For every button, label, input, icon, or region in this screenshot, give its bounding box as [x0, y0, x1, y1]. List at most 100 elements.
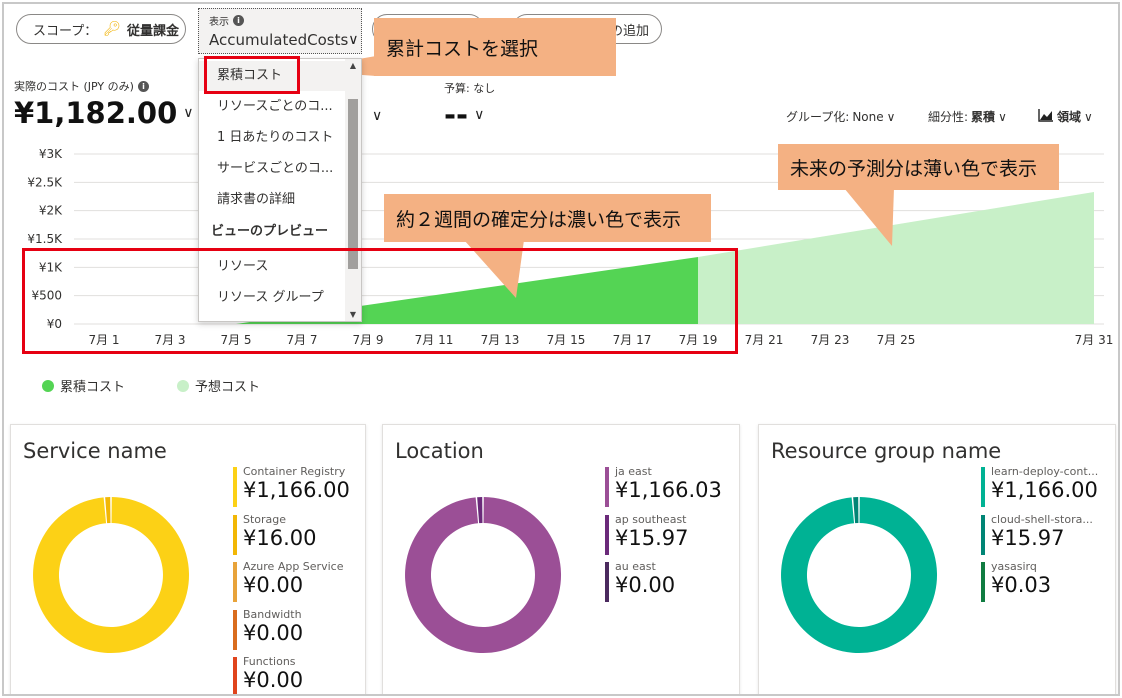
- legend-color-bar: [605, 562, 609, 602]
- legend-amount: ¥0.00: [243, 620, 304, 645]
- x-tick-label: 7月 17: [613, 333, 652, 347]
- key-icon: 🔑︎: [103, 21, 122, 37]
- donut-slice[interactable]: [405, 497, 562, 653]
- y-tick-label: ¥1.5K: [27, 232, 63, 246]
- donut-slice[interactable]: [477, 497, 483, 524]
- budget-label: 予算: なし: [444, 82, 496, 95]
- menu-header-preview: ビューのプレビュー: [211, 224, 329, 239]
- x-tick-label: 7月 23: [811, 333, 850, 347]
- legend-color-bar: [233, 467, 237, 507]
- legend-color-bar: [233, 562, 237, 602]
- view-selector[interactable]: 表示 i AccumulatedCosts ∨: [198, 8, 362, 54]
- info-icon: i: [137, 80, 149, 92]
- chevron-down-icon: ∨: [183, 105, 194, 121]
- scroll-thumb[interactable]: [348, 99, 358, 269]
- chart-type-value: 領域: [1057, 110, 1082, 124]
- cost-analysis-page: スコープ： 🔑︎ 従量課金 表示 i AccumulatedCosts ∨ の追加 …: [2, 2, 1120, 696]
- card-location: Location ja east ¥1,166.03 ap southeast ¥15…: [382, 424, 740, 694]
- legend-color-bar: [605, 514, 609, 555]
- x-tick-label: 7月 7: [286, 333, 317, 347]
- card-service-name: Service name Container Registry ¥1,166.00…: [10, 424, 366, 694]
- legend-amount: ¥15.97: [991, 525, 1065, 550]
- menu-item-invoice-details[interactable]: 請求書の詳細: [199, 185, 345, 215]
- granularity-label: 細分性:: [928, 110, 969, 124]
- group-by-value: None: [852, 109, 884, 124]
- callout-actual-cost: 約２週間の確定分は濃い色で表示: [384, 194, 711, 242]
- x-tick-label: 7月 19: [679, 333, 718, 347]
- menu-item-resource-groups[interactable]: リソース グループ: [199, 283, 345, 313]
- donut-slice[interactable]: [853, 497, 859, 524]
- group-by-label: グループ化:: [786, 110, 850, 124]
- view-dropdown-menu: 累積コスト リソースごとのコ... 1 日あたりのコスト サービスごとのコ...…: [198, 58, 362, 322]
- menu-item-resources[interactable]: リソース: [199, 252, 345, 282]
- menu-item-daily-cost[interactable]: 1 日あたりのコスト: [199, 123, 345, 153]
- legend-amount: ¥0.03: [991, 573, 1052, 597]
- legend-item-accumulated[interactable]: 累積コスト: [42, 376, 125, 395]
- chevron-down-icon: ∨: [998, 109, 1007, 124]
- legend-label: 予想コスト: [195, 380, 261, 395]
- legend-color-bar: [233, 609, 237, 650]
- legend-name: cloud-shell-stora...: [991, 512, 1093, 526]
- y-tick-label: ¥1K: [39, 260, 63, 274]
- x-tick-label: 7月 25: [877, 333, 916, 347]
- x-tick-label: 7月 21: [745, 333, 784, 347]
- legend-name: Container Registry: [243, 465, 346, 478]
- legend-name: yasasirq: [991, 560, 1037, 573]
- donut-chart: [33, 497, 190, 653]
- legend-amount: ¥1,166.03: [615, 478, 722, 502]
- legend-dot: [177, 379, 190, 392]
- donut-slice[interactable]: [33, 497, 190, 653]
- legend-amount: ¥15.97: [615, 525, 689, 550]
- legend-name: au east: [615, 560, 656, 573]
- y-tick-label: ¥2K: [39, 204, 63, 218]
- legend-name: Bandwidth: [243, 607, 302, 621]
- card-title: Resource group name: [771, 439, 1002, 463]
- legend-amount: ¥0.00: [243, 573, 304, 597]
- legend-name: Azure App Service: [243, 560, 344, 573]
- menu-item-cost-by-resource[interactable]: リソースごとのコ...: [199, 92, 345, 122]
- menu-item-accumulated[interactable]: 累積コスト: [199, 61, 345, 91]
- donut-slice[interactable]: [781, 497, 938, 653]
- legend-color-bar: [233, 657, 237, 694]
- actual-cost-value[interactable]: ¥1,182.00 ∨: [14, 96, 194, 130]
- menu-scrollbar[interactable]: ▲ ▼: [345, 59, 361, 321]
- budget-value[interactable]: -- ∨: [444, 98, 484, 132]
- donut-chart: [405, 497, 562, 653]
- info-icon: i: [233, 15, 244, 26]
- legend-color-bar: [981, 514, 985, 555]
- granularity-value: 累積: [971, 110, 996, 124]
- y-tick-label: ¥0: [47, 317, 62, 331]
- legend-dot: [42, 379, 54, 392]
- legend-name: ap southeast: [615, 512, 687, 526]
- chevron-down-icon: ∨: [348, 32, 359, 48]
- callout-select-accumulated: 累計コストを選択: [374, 18, 616, 76]
- granularity-control[interactable]: 細分性: 累積 ∨: [928, 108, 1007, 125]
- x-tick-label: 7月 5: [220, 333, 251, 347]
- callout-arrow: [844, 188, 894, 246]
- legend-name: Storage: [243, 512, 287, 526]
- scroll-up-icon[interactable]: ▲: [345, 61, 361, 70]
- chart-legend: 累積コスト 予想コスト: [42, 376, 260, 395]
- donut-slice[interactable]: [105, 497, 111, 524]
- legend-name: learn-deploy-cont...: [991, 465, 1099, 478]
- scroll-down-icon[interactable]: ▼: [345, 310, 361, 319]
- scope-label: スコープ：: [33, 23, 98, 39]
- area-chart-icon: [1038, 108, 1054, 125]
- chevron-down-icon: ∨: [1084, 109, 1093, 124]
- legend-amount: ¥0.00: [615, 573, 676, 597]
- x-tick-label: 7月 9: [352, 333, 383, 347]
- forecast-chevron[interactable]: ∨: [372, 108, 382, 124]
- callout-arrow: [464, 240, 524, 298]
- group-by-control[interactable]: グループ化: None ∨: [786, 108, 895, 125]
- chevron-down-icon: ∨: [474, 107, 485, 123]
- x-tick-label: 7月 3: [154, 333, 185, 347]
- chart-type-control[interactable]: 領域 ∨: [1038, 108, 1093, 125]
- legend-amount: ¥16.00: [243, 525, 317, 550]
- menu-item-cost-by-service[interactable]: サービスごとのコ...: [199, 154, 345, 184]
- legend-item-forecast[interactable]: 予想コスト: [177, 376, 260, 395]
- budget-amount: --: [444, 98, 469, 132]
- card-title: Location: [395, 439, 484, 463]
- card-resource-group: Resource group name learn-deploy-cont...…: [758, 424, 1116, 694]
- scope-pill[interactable]: スコープ： 🔑︎ 従量課金: [16, 14, 186, 44]
- legend-color-bar: [981, 467, 985, 507]
